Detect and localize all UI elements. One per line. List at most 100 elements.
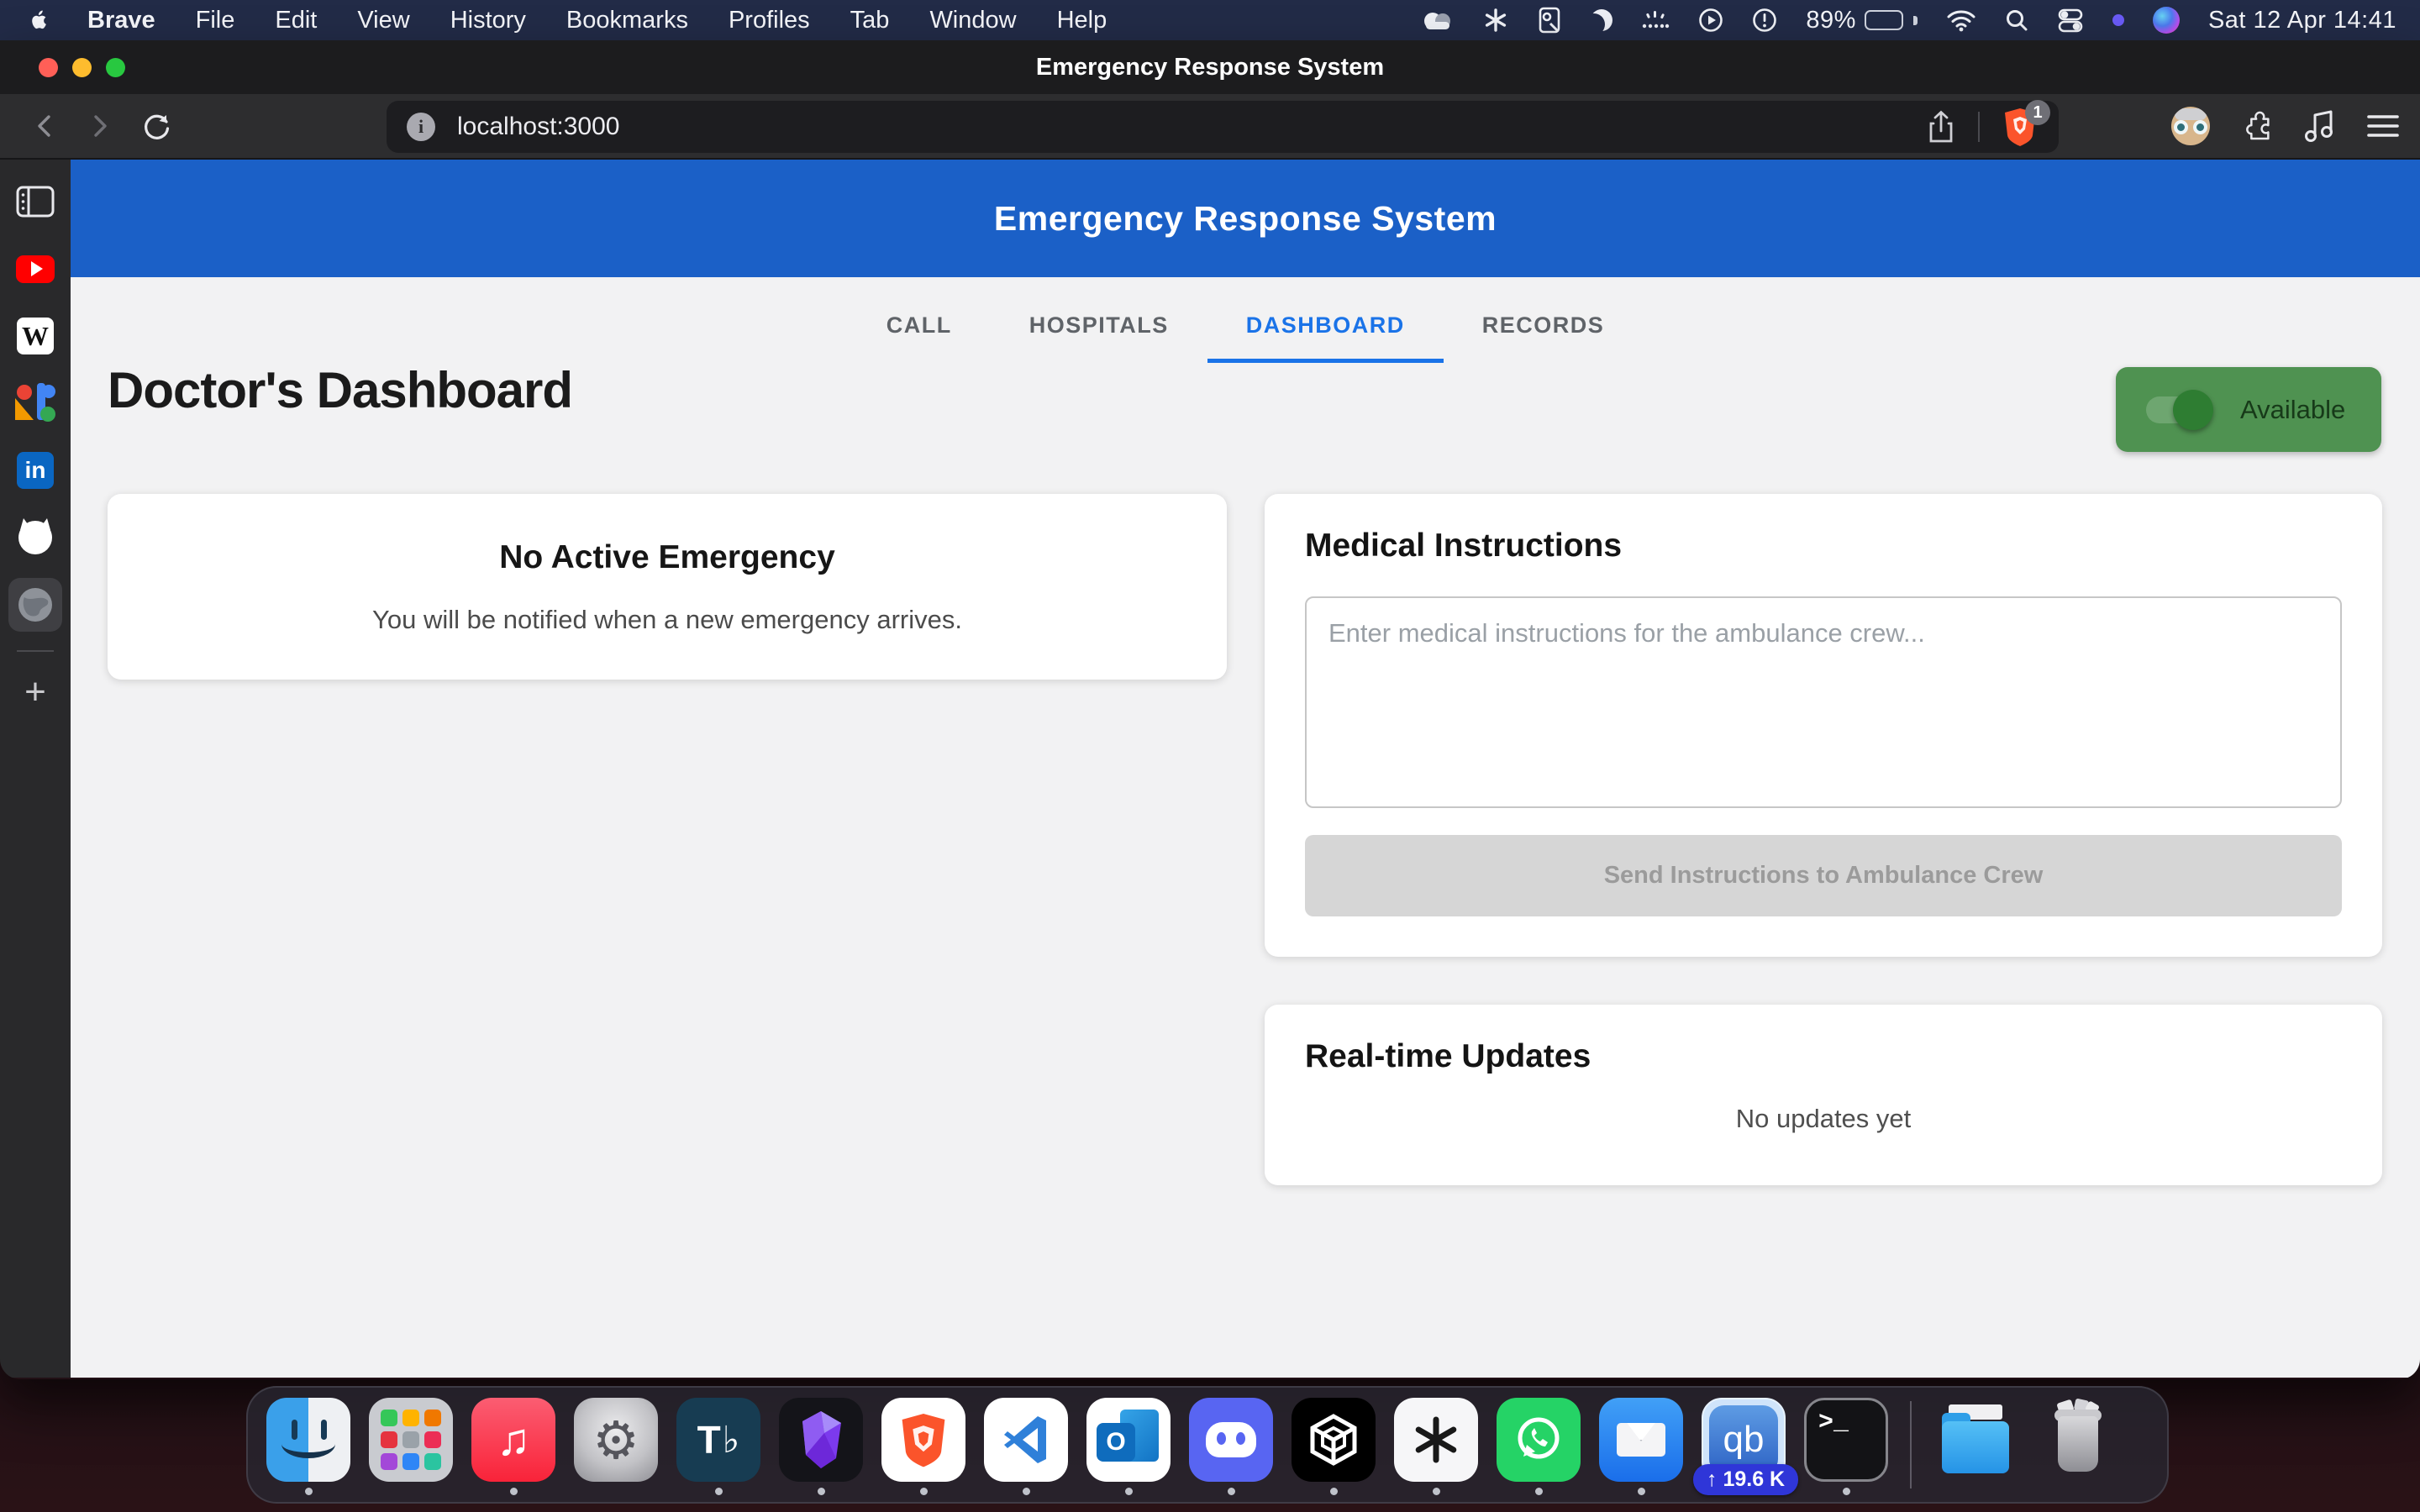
wifi-icon[interactable]: [1946, 0, 1976, 40]
sidebar-item-wikipedia[interactable]: W: [8, 309, 62, 363]
control-center-icon[interactable]: [2057, 0, 2084, 40]
spotlight-search-icon[interactable]: [2005, 0, 2028, 40]
realtime-updates-title: Real-time Updates: [1305, 1038, 1591, 1075]
web-page: Emergency Response System CALL HOSPITALS…: [71, 160, 2420, 1378]
tab-call[interactable]: CALL: [848, 292, 991, 363]
mail-icon: [1599, 1398, 1683, 1482]
availability-toggle[interactable]: [2146, 396, 2208, 423]
brave-shields-button[interactable]: 1: [2002, 107, 2039, 147]
close-window-button[interactable]: [39, 58, 58, 77]
dock-launchpad[interactable]: [367, 1398, 455, 1495]
zoom-window-button[interactable]: [106, 58, 125, 77]
desktop: Brave File Edit View History Bookmarks P…: [0, 0, 2420, 1512]
dock-downloads-folder[interactable]: [1932, 1398, 2019, 1495]
menu-view[interactable]: View: [337, 0, 429, 40]
shield-badge-count: 1: [2025, 100, 2050, 125]
back-button[interactable]: [30, 94, 60, 158]
dock-terminal[interactable]: >_: [1802, 1398, 1890, 1495]
device-scan-icon[interactable]: [1537, 0, 1562, 40]
siri-icon[interactable]: [2153, 0, 2180, 40]
menu-edit[interactable]: Edit: [255, 0, 337, 40]
sidebar-item-github[interactable]: [8, 511, 62, 564]
dock: ♫ ⚙ T♭: [246, 1386, 2169, 1504]
dock-outlook[interactable]: O: [1085, 1398, 1172, 1495]
window-title-bar: Emergency Response System: [0, 40, 2420, 94]
forward-button[interactable]: [84, 94, 114, 158]
media-control-icon[interactable]: [2304, 108, 2336, 144]
sidebar-panel-toggle[interactable]: [8, 175, 62, 228]
menu-profiles[interactable]: Profiles: [708, 0, 830, 40]
address-bar[interactable]: i localhost:3000 1: [387, 101, 2059, 153]
page-title: Doctor's Dashboard: [108, 361, 572, 419]
plus-icon: +: [24, 674, 46, 711]
dock-vscode[interactable]: [982, 1398, 1070, 1495]
dock-whatsapp[interactable]: [1495, 1398, 1582, 1495]
minimize-window-button[interactable]: [72, 58, 92, 77]
cursor-icon: [1292, 1398, 1376, 1482]
extensions-icon[interactable]: [2240, 109, 2274, 143]
dock-mail[interactable]: [1597, 1398, 1685, 1495]
apple-menu[interactable]: [30, 0, 55, 40]
dock-system-settings[interactable]: ⚙: [572, 1398, 660, 1495]
url-text[interactable]: localhost:3000: [457, 113, 619, 141]
app-header: Emergency Response System: [71, 160, 2420, 277]
dock-music[interactable]: ♫: [470, 1398, 557, 1495]
time-machine-alert-icon[interactable]: [1752, 0, 1777, 40]
menu-help[interactable]: Help: [1037, 0, 1128, 40]
updates-empty-text: No updates yet: [1265, 1104, 2382, 1134]
chatgpt-status-icon[interactable]: [1483, 0, 1508, 40]
no-emergency-card: No Active Emergency You will be notified…: [108, 494, 1227, 680]
no-emergency-title: No Active Emergency: [108, 539, 1227, 576]
sidebar-item-current-site[interactable]: [8, 578, 62, 632]
availability-card: Available: [2116, 367, 2381, 452]
sidebar-add-button[interactable]: +: [8, 665, 62, 719]
dock-qbittorrent[interactable]: qb ↑ 19.6 K: [1700, 1398, 1787, 1495]
youtube-icon: [16, 255, 55, 283]
browser-toolbar: i localhost:3000 1: [0, 94, 2420, 160]
dock-trash[interactable]: [2034, 1398, 2122, 1495]
launchpad-icon: [369, 1398, 453, 1482]
medical-instructions-input[interactable]: [1305, 596, 2342, 808]
dock-chatgpt[interactable]: [1392, 1398, 1480, 1495]
tab-hospitals[interactable]: HOSPITALS: [991, 292, 1207, 363]
github-icon: [17, 519, 54, 556]
site-info-icon[interactable]: i: [407, 113, 435, 141]
menu-window[interactable]: Window: [909, 0, 1036, 40]
dock-obsidian[interactable]: [777, 1398, 865, 1495]
globe-icon: [16, 585, 55, 624]
menu-bar-clock[interactable]: Sat 12 Apr 14:41: [2208, 7, 2396, 34]
reload-button[interactable]: [141, 94, 173, 158]
dock-finder[interactable]: [265, 1398, 352, 1495]
menu-brave[interactable]: Brave: [67, 0, 176, 40]
menu-icon[interactable]: [2366, 113, 2400, 139]
menu-file[interactable]: File: [176, 0, 255, 40]
battery-indicator[interactable]: 89%: [1806, 7, 1918, 34]
sidebar-item-colorful-app[interactable]: [8, 376, 62, 430]
dock-cursor[interactable]: [1290, 1398, 1377, 1495]
share-icon[interactable]: [1926, 109, 1956, 144]
weather-cloud-icon[interactable]: [1421, 0, 1455, 40]
dock-tb-app[interactable]: T♭: [675, 1398, 762, 1495]
reload-icon: [141, 110, 173, 142]
purple-status-dot: [2112, 0, 2124, 40]
keystrokes-icon[interactable]: [1641, 0, 1670, 40]
window-title: Emergency Response System: [1036, 54, 1384, 81]
dock-brave[interactable]: [880, 1398, 967, 1495]
send-instructions-button[interactable]: Send Instructions to Ambulance Crew: [1305, 835, 2342, 916]
menu-history[interactable]: History: [430, 0, 546, 40]
sidebar-item-youtube[interactable]: [8, 242, 62, 296]
tab-records[interactable]: RECORDS: [1444, 292, 1644, 363]
play-circle-icon[interactable]: [1698, 0, 1723, 40]
sidebar-item-linkedin[interactable]: in: [8, 444, 62, 497]
app-tabs: CALL HOSPITALS DASHBOARD RECORDS: [71, 292, 2420, 363]
vscode-icon: [984, 1398, 1068, 1482]
realtime-updates-card: Real-time Updates No updates yet: [1265, 1005, 2382, 1185]
profile-avatar[interactable]: [2171, 107, 2210, 145]
focus-moon-icon[interactable]: [1591, 0, 1612, 40]
menu-tab[interactable]: Tab: [830, 0, 910, 40]
menu-bookmarks[interactable]: Bookmarks: [546, 0, 708, 40]
browser-window: Emergency Response System i localhost:30…: [0, 40, 2420, 1379]
linkedin-icon: in: [17, 452, 54, 489]
dock-discord[interactable]: [1187, 1398, 1275, 1495]
tab-dashboard[interactable]: DASHBOARD: [1207, 292, 1444, 363]
